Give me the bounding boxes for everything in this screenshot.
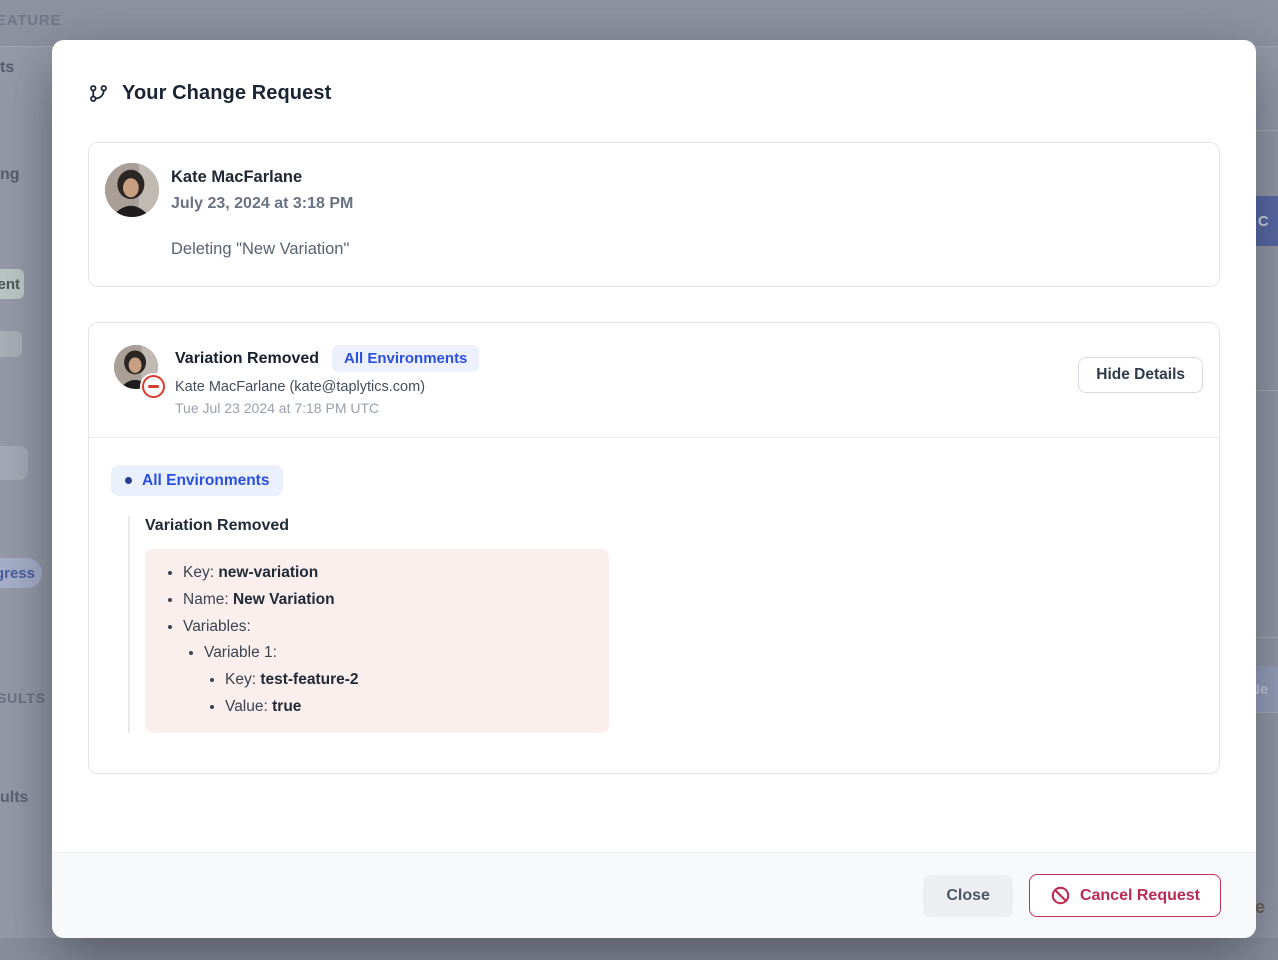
detail-label: Value: (225, 698, 268, 715)
modal-header: Your Change Request (52, 40, 1256, 105)
comment-card: Kate MacFarlane July 23, 2024 at 3:18 PM… (88, 142, 1220, 287)
detail-item-variable-key: Key: test-feature-2 (225, 667, 595, 694)
comment-body: Kate MacFarlane July 23, 2024 at 3:18 PM… (171, 163, 353, 266)
background-shape (0, 446, 28, 480)
detail-value: New Variation (233, 591, 335, 608)
pill-label: gress (0, 565, 35, 582)
change-card-header: Variation Removed All Environments Kate … (89, 323, 1219, 438)
comment-timestamp: July 23, 2024 at 3:18 PM (171, 194, 353, 214)
background-nav-item[interactable]: ng (0, 166, 20, 184)
detail-item-key: Key: new-variation (183, 560, 595, 587)
event-title: Variation Removed (175, 348, 319, 370)
background-environment-pill[interactable]: ent (0, 269, 24, 299)
comment-message: Deleting "New Variation" (171, 239, 353, 260)
change-card-body: All Environments Variation Removed Key: … (89, 438, 1219, 773)
modal-title: Your Change Request (122, 82, 331, 105)
removed-details-list: Key: new-variation Name: New Variation V… (159, 560, 595, 721)
detail-item-variables: Variables: Variable 1: Key: test-feature… (183, 614, 595, 721)
detail-item-name: Name: New Variation (183, 587, 595, 614)
detail-label: Variable 1: (204, 644, 277, 661)
hide-details-button[interactable]: Hide Details (1078, 357, 1203, 393)
change-request-modal: Your Change Request Kate MacFarlane July… (52, 40, 1256, 938)
environment-dot-icon (125, 477, 132, 484)
comment-author: Kate MacFarlane (171, 167, 353, 187)
change-author: Kate MacFarlane (kate@taplytics.com) (175, 378, 479, 396)
removed-minus-icon (142, 375, 165, 398)
background-status-pill[interactable]: gress (0, 558, 42, 588)
detail-item-variable-value: Value: true (225, 694, 595, 721)
environment-pill-label: All Environments (142, 471, 269, 490)
removed-details-box: Key: new-variation Name: New Variation V… (145, 549, 609, 733)
pill-label: ent (0, 276, 20, 293)
change-timestamp: Tue Jul 23 2024 at 7:18 PM UTC (175, 400, 479, 417)
avatar-with-badge (114, 345, 158, 389)
prohibit-icon (1050, 885, 1071, 906)
background-results-header: SULTS (0, 690, 46, 706)
details-heading: Variation Removed (145, 516, 1195, 536)
background-feature-header: EATURE (0, 12, 61, 29)
cancel-request-button[interactable]: Cancel Request (1029, 874, 1221, 917)
background-pill (0, 331, 22, 357)
detail-label: Key: (225, 671, 256, 688)
detail-label: Key: (183, 564, 214, 581)
avatar (105, 163, 159, 217)
background-nav-item[interactable]: ts (0, 59, 14, 77)
modal-footer: Close Cancel Request (52, 852, 1256, 938)
change-card: Variation Removed All Environments Kate … (88, 322, 1220, 774)
screen: EATURE ts ng ent gress SULTS ults w C Ne… (0, 0, 1278, 960)
details-block: Variation Removed Key: new-variation Nam… (128, 516, 1195, 733)
detail-label: Name: (183, 591, 229, 608)
background-nav-item[interactable]: ults (0, 789, 28, 807)
change-request-branch-icon (88, 83, 109, 104)
background-bottom-bar (0, 938, 1278, 960)
detail-value: new-variation (218, 564, 318, 581)
detail-value: test-feature-2 (260, 671, 358, 688)
detail-value: true (272, 698, 301, 715)
environment-pill: All Environments (111, 465, 283, 496)
detail-item-variable-1: Variable 1: Key: test-feature-2 Value: (204, 640, 595, 720)
close-button[interactable]: Close (923, 875, 1013, 917)
cancel-request-label: Cancel Request (1080, 887, 1200, 905)
change-info: Variation Removed All Environments Kate … (175, 345, 479, 417)
environment-badge: All Environments (332, 345, 479, 372)
detail-label: Variables: (183, 618, 251, 635)
